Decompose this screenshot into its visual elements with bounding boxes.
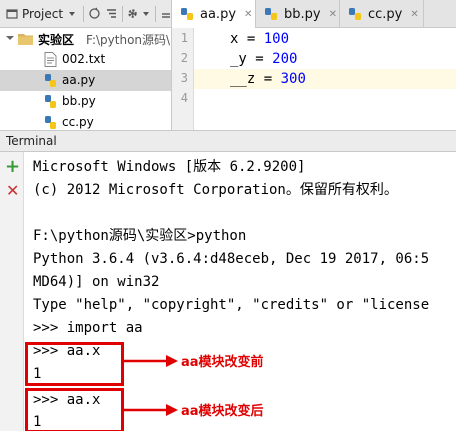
tab-label: cc.py bbox=[368, 6, 403, 22]
terminal-line: >>> import aa bbox=[33, 320, 143, 336]
project-panel: Project 实验区 F:\python源码\实 bbox=[0, 0, 172, 130]
hide-panel-icon[interactable] bbox=[160, 7, 171, 21]
tab-aa-py[interactable]: aa.py ✕ bbox=[172, 0, 256, 28]
python-file-icon bbox=[45, 116, 56, 129]
file-label: aa.py bbox=[62, 73, 96, 87]
root-folder-path: F:\python源码\实 bbox=[86, 33, 171, 47]
collapse-all-icon[interactable] bbox=[105, 7, 118, 21]
annotation-box-before bbox=[25, 342, 124, 386]
terminal-output[interactable]: Microsoft Windows [版本 6.2.9200] (c) 2012… bbox=[24, 152, 456, 431]
gear-icon[interactable] bbox=[126, 7, 139, 21]
tab-bb-py[interactable]: bb.py ✕ bbox=[256, 0, 340, 28]
project-tree: 实验区 F:\python源码\实 002.txt aa.py bb.py cc… bbox=[0, 28, 171, 130]
add-terminal-icon[interactable]: + bbox=[5, 158, 20, 176]
line-number: 4 bbox=[180, 91, 188, 105]
python-file-icon bbox=[45, 95, 56, 108]
terminal-header: Terminal bbox=[0, 130, 456, 152]
line-number: 1 bbox=[180, 31, 188, 45]
python-file-icon bbox=[349, 8, 361, 20]
tab-cc-py[interactable]: cc.py ✕ bbox=[340, 0, 424, 28]
folder-icon bbox=[18, 34, 33, 45]
dropdown-arrow-icon[interactable] bbox=[67, 7, 77, 21]
toolbar-separator bbox=[121, 5, 123, 22]
arrow-right-icon bbox=[124, 404, 178, 416]
tree-root-row[interactable]: 实验区 F:\python源码\实 bbox=[0, 28, 171, 49]
close-icon[interactable]: ✕ bbox=[244, 9, 252, 20]
line-number-gutter: 1 2 3 4 bbox=[172, 28, 194, 130]
terminal-line: F:\python源码\实验区>python bbox=[33, 228, 247, 244]
terminal-line: Microsoft Windows [版本 6.2.9200] bbox=[33, 159, 306, 175]
project-toolbar: Project bbox=[0, 0, 171, 28]
file-label: bb.py bbox=[62, 94, 96, 108]
tab-label: aa.py bbox=[200, 6, 237, 22]
tab-label: bb.py bbox=[284, 6, 321, 22]
tree-file-row[interactable]: 002.txt bbox=[0, 49, 171, 70]
editor-panel: aa.py ✕ bb.py ✕ cc.py ✕ 1 2 3 4 x = 100 … bbox=[172, 0, 456, 130]
editor-tab-bar: aa.py ✕ bb.py ✕ cc.py ✕ bbox=[172, 0, 456, 28]
python-file-icon bbox=[181, 8, 193, 20]
file-label: 002.txt bbox=[62, 52, 106, 66]
terminal-line: MD64)] on win32 bbox=[33, 274, 160, 290]
annotation-label-before: aa模块改变前 bbox=[181, 355, 264, 370]
file-label: cc.py bbox=[62, 115, 94, 129]
line-number: 2 bbox=[180, 51, 188, 65]
code-line-current[interactable]: __z = 300 bbox=[194, 69, 456, 89]
root-folder-label: 实验区 bbox=[38, 33, 75, 47]
python-file-icon bbox=[45, 74, 56, 87]
toolbar-separator bbox=[155, 5, 156, 22]
close-terminal-icon[interactable]: ✕ bbox=[6, 183, 19, 199]
sync-icon[interactable] bbox=[88, 7, 101, 21]
code-line[interactable]: _y = 200 bbox=[194, 49, 456, 69]
toolbar-separator bbox=[82, 5, 84, 22]
python-file-icon bbox=[265, 8, 277, 20]
close-icon[interactable]: ✕ bbox=[329, 9, 337, 20]
arrow-right-icon bbox=[124, 355, 178, 367]
tree-file-row[interactable]: cc.py bbox=[0, 112, 171, 130]
chevron-down-icon[interactable] bbox=[6, 34, 14, 42]
terminal-line: Type "help", "copyright", "credits" or "… bbox=[33, 297, 430, 313]
terminal-line: Python 3.6.4 (v3.6.4:d48eceb, Dec 19 201… bbox=[33, 251, 430, 267]
annotation-label-after: aa模块改变后 bbox=[181, 404, 264, 419]
project-title[interactable]: Project bbox=[22, 7, 63, 21]
close-icon[interactable]: ✕ bbox=[410, 9, 418, 20]
tree-file-row[interactable]: aa.py bbox=[0, 70, 171, 91]
text-file-icon bbox=[44, 52, 57, 67]
annotation-box-after bbox=[25, 388, 124, 431]
terminal-title[interactable]: Terminal bbox=[6, 134, 57, 148]
code-line[interactable]: x = 100 bbox=[194, 29, 456, 49]
dropdown-arrow-icon[interactable] bbox=[141, 7, 151, 21]
tree-file-row[interactable]: bb.py bbox=[0, 91, 171, 112]
terminal-line: (c) 2012 Microsoft Corporation。保留所有权利。 bbox=[33, 182, 398, 198]
project-view-icon[interactable] bbox=[6, 7, 18, 21]
line-number: 3 bbox=[180, 71, 188, 85]
terminal-side-toolbar: + ✕ bbox=[0, 152, 24, 431]
